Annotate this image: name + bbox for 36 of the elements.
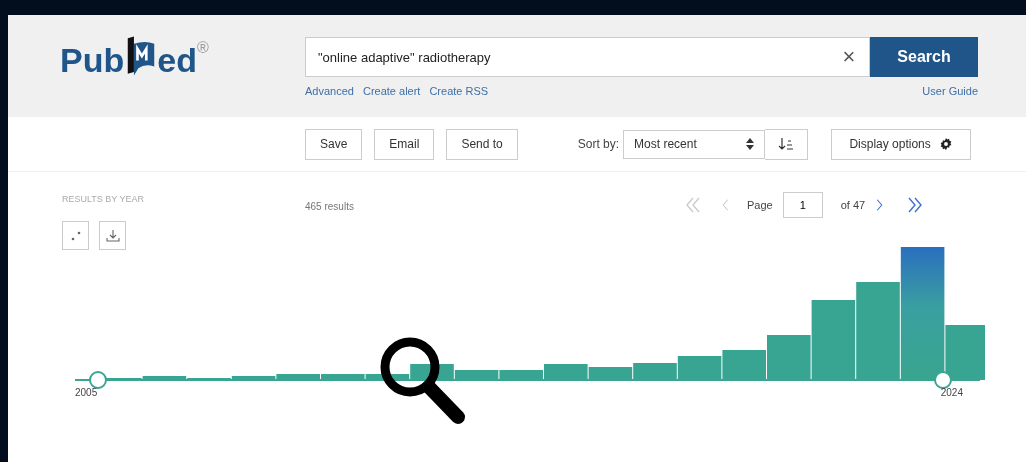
search-field[interactable]: "online adaptive" radiotherapy × bbox=[305, 37, 870, 77]
range-handle[interactable] bbox=[934, 371, 952, 389]
search-link[interactable]: Create alert bbox=[362, 85, 421, 97]
page-label: Page bbox=[747, 199, 773, 211]
histogram-bar bbox=[588, 367, 633, 380]
action-button[interactable]: Email bbox=[374, 128, 435, 160]
results-count: 465 results bbox=[305, 200, 355, 214]
download-icon bbox=[105, 228, 120, 243]
sort-select[interactable]: Most recent bbox=[623, 129, 766, 159]
expand-button[interactable] bbox=[62, 221, 89, 250]
search-link[interactable]: Create RSS bbox=[429, 85, 489, 97]
range-handle[interactable] bbox=[89, 371, 107, 389]
page-total: of 47 bbox=[840, 199, 866, 211]
pubmed-logo[interactable]: Pub ed$^{®}$ bbox=[60, 15, 305, 80]
section-title: RESULTS BY YEAR bbox=[62, 194, 146, 204]
sort-order-button[interactable] bbox=[765, 128, 809, 160]
sort-order-icon bbox=[778, 137, 795, 151]
gear-icon bbox=[938, 137, 953, 151]
action-button[interactable]: Save bbox=[305, 128, 363, 160]
action-button[interactable]: Send to bbox=[446, 128, 518, 160]
double-chevron-right-icon bbox=[907, 196, 924, 214]
histogram-bar bbox=[633, 363, 677, 380]
user-guide-link[interactable]: User Guide bbox=[922, 85, 978, 97]
page-field[interactable]: 1 bbox=[782, 192, 823, 218]
year-label: 2005 bbox=[75, 387, 98, 398]
search-button[interactable]: Search bbox=[870, 37, 978, 77]
clear-button[interactable]: × bbox=[829, 44, 869, 70]
year-label: 2024 bbox=[940, 387, 963, 398]
updown-caret-icon bbox=[746, 138, 755, 150]
histogram-bar bbox=[677, 356, 722, 380]
display-options-button[interactable]: Display options bbox=[831, 128, 972, 160]
download-button[interactable] bbox=[99, 221, 126, 250]
dots-icon bbox=[69, 229, 82, 242]
sort-label: Sort by: bbox=[577, 137, 620, 151]
search-link[interactable]: Advanced bbox=[305, 85, 354, 97]
double-chevron-left-icon bbox=[685, 196, 701, 214]
